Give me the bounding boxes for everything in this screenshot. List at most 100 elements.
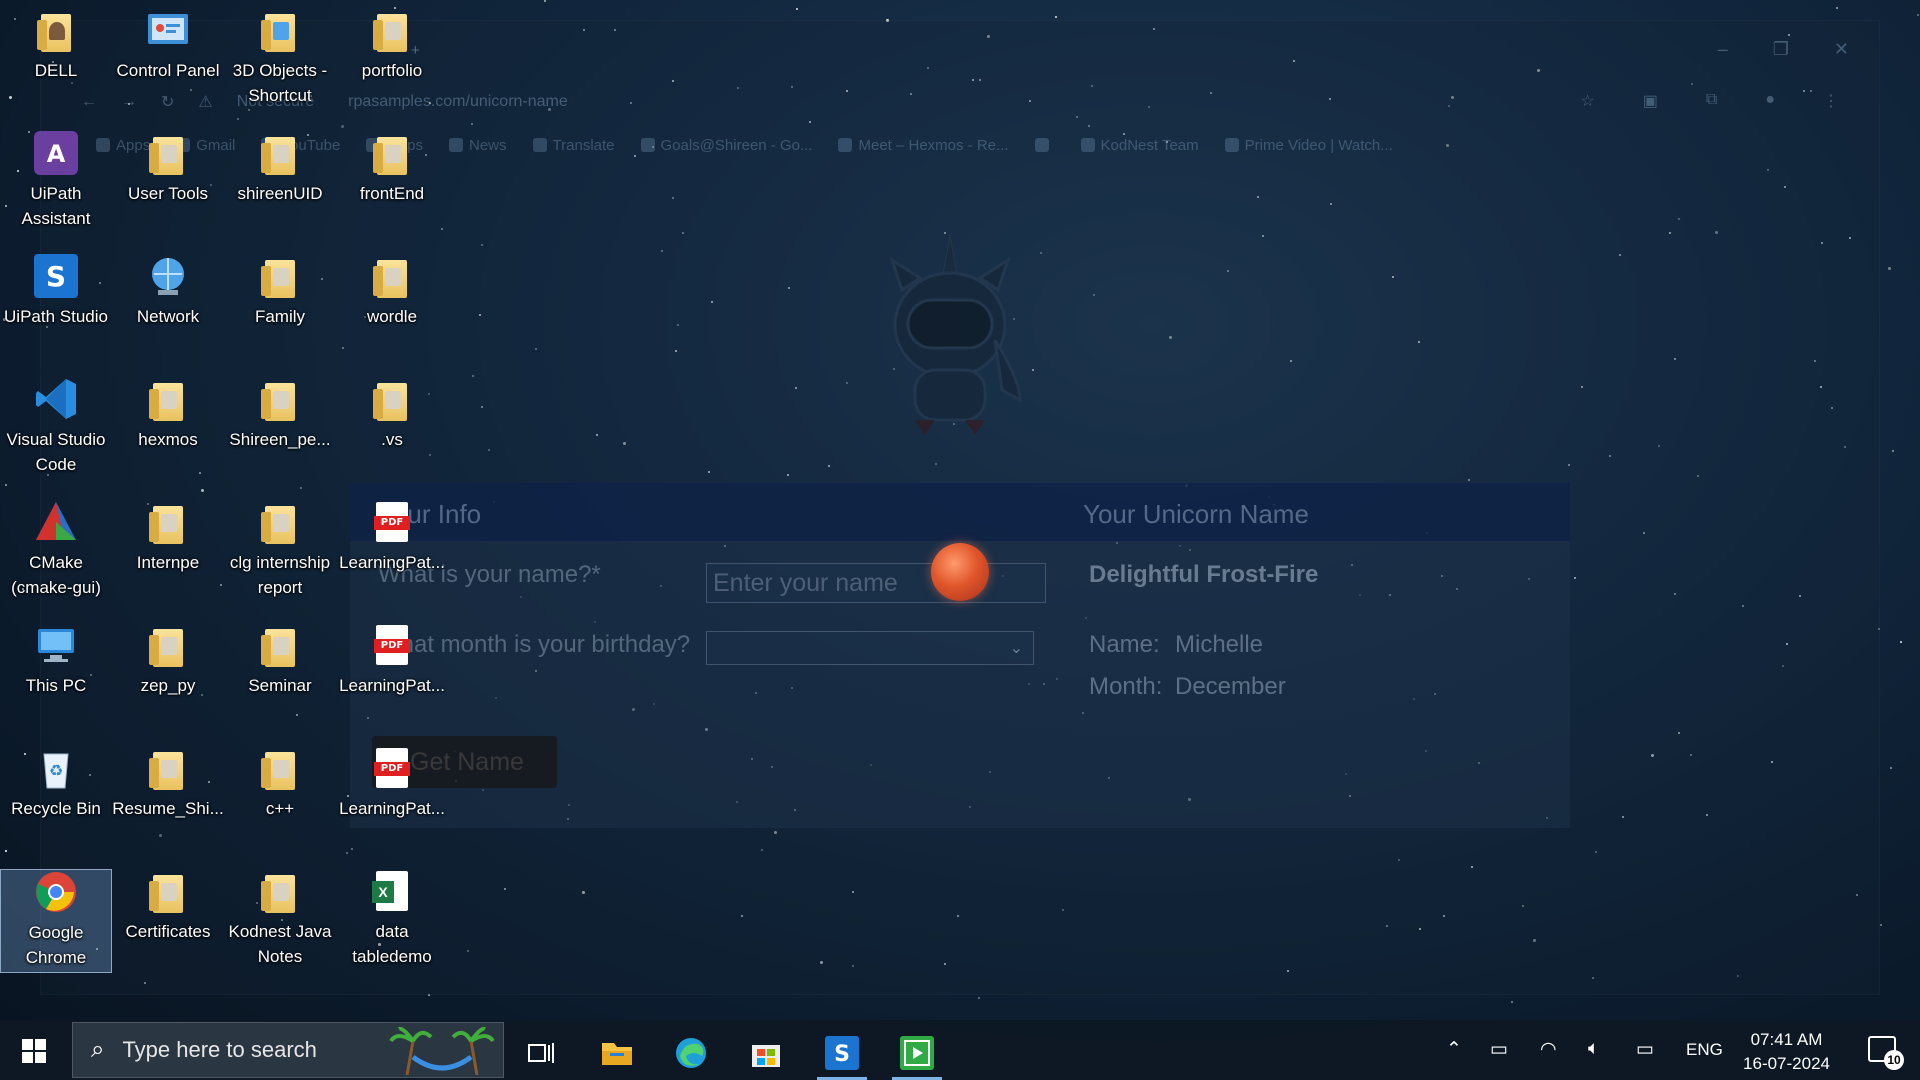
month-select[interactable]: ⌄ (706, 631, 1034, 665)
volume-icon[interactable]: 🔈︎ (1588, 1038, 1599, 1060)
desktop-icon[interactable]: Control Panel (112, 8, 224, 83)
desktop-icon[interactable]: S UiPath Studio (0, 254, 112, 329)
dell-icon (34, 8, 78, 52)
desktop-icon[interactable]: zep_py (112, 623, 224, 698)
desktop-icon[interactable]: Internpe (112, 500, 224, 575)
kodnest-java-notes-folder-icon (258, 869, 302, 913)
desktop-icon[interactable]: shireenUID (224, 131, 336, 206)
desktop-icon[interactable]: Visual Studio Code (0, 377, 112, 477)
desktop-icon-label: UiPath Assistant (21, 184, 91, 228)
bookmark-favicon-icon (1034, 138, 1049, 152)
desktop-icon[interactable]: 3D Objects - Shortcut (224, 8, 336, 108)
desktop-icon[interactable]: Seminar (224, 623, 336, 698)
desktop-icon[interactable]: Certificates (112, 869, 224, 944)
control-panel-icon (146, 8, 190, 52)
visual-studio-code-icon (34, 377, 78, 421)
name-input[interactable]: Enter your name (706, 563, 1046, 603)
edge-browser-icon[interactable] (660, 1026, 722, 1080)
star (1890, 767, 1892, 769)
bookmark-item[interactable]: Goals@Shireen - Go... (640, 137, 812, 154)
frontend-folder-icon (370, 131, 414, 175)
star (1900, 641, 1902, 643)
extension-icon[interactable]: ▣ (1643, 91, 1658, 111)
desktop-icon-label: Internpe (136, 553, 200, 572)
desktop-icon[interactable]: This PC (0, 623, 112, 698)
restore-icon[interactable]: ❐ (1773, 39, 1789, 60)
clock[interactable]: 07:41 AM 16-07-2024 (1743, 1028, 1830, 1076)
bookmark-item[interactable]: Meet – Hexmos - Re... (838, 137, 1009, 154)
desktop-icon-label: Control Panel (116, 61, 220, 80)
desktop-icon-label: Shireen_pe... (229, 430, 331, 449)
desktop-icon[interactable]: User Tools (112, 131, 224, 206)
desktop-icon[interactable]: frontEnd (336, 131, 448, 206)
shireenuid-folder-icon (258, 131, 302, 175)
desktop-icon[interactable]: CMake (cmake-gui) (0, 500, 112, 600)
desktop-icon[interactable]: Network (112, 254, 224, 329)
minimize-icon[interactable]: – (1718, 39, 1728, 60)
back-icon[interactable]: ← (81, 93, 97, 111)
desktop-icon-label: 3D Objects - Shortcut (232, 61, 328, 105)
desktop-icon-label: LearningPat... (339, 799, 445, 818)
url-text[interactable]: rpasamples.com/unicorn-name (348, 93, 568, 111)
vs-folder-icon (370, 377, 414, 421)
desktop-icon[interactable]: A UiPath Assistant (0, 131, 112, 231)
uipath-studio-taskbar-icon[interactable]: S (811, 1026, 873, 1080)
file-explorer-icon[interactable] (586, 1026, 648, 1080)
puzzle-icon[interactable]: ⧉ (1706, 91, 1717, 111)
uipath-assistant-taskbar-icon[interactable] (886, 1026, 948, 1080)
bookmark-item[interactable]: Prime Video | Watch... (1224, 137, 1393, 154)
google-chrome-icon (34, 870, 78, 914)
star-icon[interactable]: ☆ (1580, 91, 1594, 111)
desktop-icon-label: data tabledemo (352, 922, 432, 966)
panel-header: Your Info Your Unicorn Name (350, 483, 1570, 541)
close-icon[interactable]: ✕ (1834, 39, 1849, 60)
desktop-icon[interactable]: PDF LearningPat... (336, 746, 448, 821)
bookmark-item[interactable]: KodNest Team (1080, 137, 1199, 154)
chevron-up-icon[interactable]: ⌃ (1446, 1038, 1462, 1061)
desktop-icon[interactable]: clg internship report (224, 500, 336, 600)
microsoft-store-icon[interactable] (735, 1026, 797, 1080)
task-view-icon[interactable] (510, 1026, 572, 1080)
svg-text:S: S (834, 1042, 850, 1067)
menu-icon[interactable]: ⋮ (1823, 91, 1839, 111)
bookmark-item[interactable]: Translate (532, 137, 615, 154)
desktop-icon-label: LearningPat... (339, 676, 445, 695)
desktop-icon[interactable]: DELL (0, 8, 112, 83)
desktop-icon[interactable]: Google Chrome (0, 869, 112, 973)
profile-icon[interactable]: ● (1765, 91, 1775, 111)
this-pc-icon (34, 623, 78, 667)
unicorn-logo (889, 234, 1022, 435)
desktop-icon[interactable]: Xdata tabledemo (336, 869, 448, 969)
desktop-icon-label: c++ (265, 799, 295, 818)
uipath-studio-icon: S (34, 254, 78, 298)
result-name-value: Michelle (1175, 631, 1264, 658)
desktop-icon[interactable]: Kodnest Java Notes (224, 869, 336, 969)
desktop-icon[interactable]: .vs (336, 377, 448, 452)
windows-start-icon[interactable] (22, 1039, 46, 1063)
desktop-icon-label: Kodnest Java Notes (228, 922, 332, 966)
bookmark-item[interactable] (1034, 138, 1055, 152)
notification-center-icon[interactable]: 10 (1868, 1036, 1904, 1070)
bookmark-item[interactable]: News (449, 137, 507, 154)
network-icon (146, 254, 190, 298)
desktop-icon[interactable]: portfolio (336, 8, 448, 83)
user-tools-folder-icon (146, 131, 190, 175)
wifi-icon[interactable]: ◠ (1540, 1038, 1557, 1061)
desktop-icon[interactable]: PDF LearningPat... (336, 623, 448, 698)
desktop-icon-label: hexmos (138, 430, 198, 449)
taskbar-search-box[interactable]: ⌕ Type here to search (72, 1022, 504, 1078)
desktop-icon[interactable]: Resume_Shi... (112, 746, 224, 821)
desktop-icon[interactable]: ♻ Recycle Bin (0, 746, 112, 821)
battery-icon[interactable]: ▭ (1636, 1038, 1654, 1061)
language-indicator[interactable]: ENG (1686, 1040, 1723, 1060)
reload-icon[interactable]: ↻ (161, 92, 174, 112)
desktop-icon[interactable]: Shireen_pe... (224, 377, 336, 452)
desktop-icon[interactable]: PDF LearningPat... (336, 500, 448, 575)
desktop-icon[interactable]: c++ (224, 746, 336, 821)
display-icon[interactable]: ▭ (1490, 1038, 1508, 1061)
forward-icon[interactable]: → (121, 93, 137, 111)
desktop-icon[interactable]: wordle (336, 254, 448, 329)
desktop-icon[interactable]: Family (224, 254, 336, 329)
desktop-icon[interactable]: hexmos (112, 377, 224, 452)
resume-folder-icon (146, 746, 190, 790)
